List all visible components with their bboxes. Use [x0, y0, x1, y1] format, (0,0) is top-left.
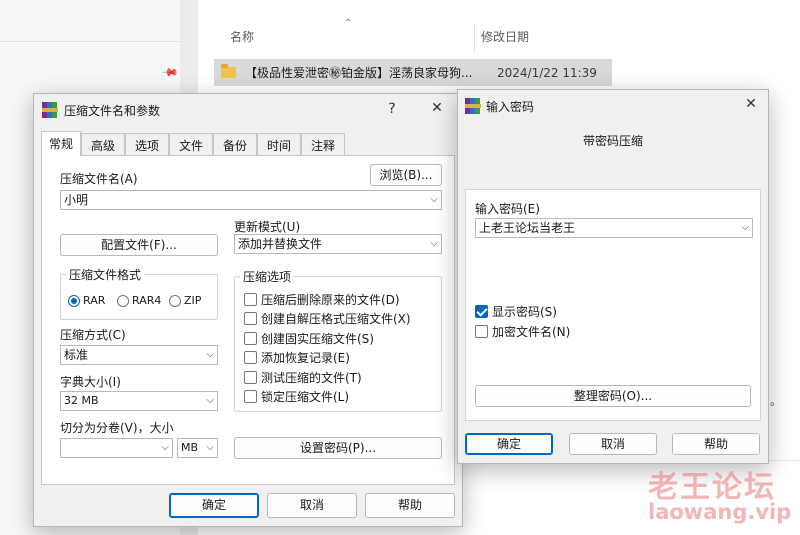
winrar-icon — [42, 102, 58, 118]
enter-password-dialog: 输入密码 ✕ 带密码压缩 输入密码(E) 上老王论坛当老王 ⌵ 显示密码(S) … — [457, 89, 769, 464]
column-separator[interactable] — [474, 24, 475, 52]
help-icon[interactable]: ? — [382, 101, 402, 117]
dictionary-label: 字典大小(I) — [60, 375, 121, 389]
winrar-icon — [465, 98, 481, 114]
chevron-down-icon[interactable]: ⌵ — [206, 346, 214, 364]
password-dialog-title: 输入密码 — [486, 100, 535, 114]
checkbox-icon — [475, 325, 488, 338]
watermark-url: laowang.vip — [648, 500, 792, 524]
archive-options-title: 压缩选项 — [240, 268, 295, 285]
checkbox-icon — [244, 332, 257, 345]
show-password-checkbox[interactable]: 显示密码(S) — [475, 303, 557, 320]
method-value: 标准 — [64, 348, 89, 362]
tab-backup[interactable]: 备份 — [213, 133, 257, 155]
tab-options[interactable]: 选项 — [125, 133, 169, 155]
tab-time[interactable]: 时间 — [257, 133, 301, 155]
checkbox-checked-icon — [475, 305, 488, 318]
format-zip-radio[interactable]: ZIP — [169, 294, 201, 307]
update-mode-select[interactable]: 添加并替换文件 ⌵ — [234, 234, 442, 254]
format-rar-radio[interactable]: RAR — [68, 294, 105, 307]
method-select[interactable]: 标准 ⌵ — [60, 345, 218, 365]
encrypt-filenames-checkbox[interactable]: 加密文件名(N) — [475, 323, 570, 340]
option-sfx[interactable]: 创建自解压格式压缩文件(X) — [244, 310, 411, 327]
password-panel: 输入密码(E) 上老王论坛当老王 ⌵ 显示密码(S) 加密文件名(N) 整理密码… — [465, 189, 761, 421]
partial-text: 。 — [770, 394, 783, 408]
format-rar4-radio[interactable]: RAR4 — [117, 294, 161, 307]
option-solid[interactable]: 创建固实压缩文件(S) — [244, 330, 374, 347]
option-lock-archive[interactable]: 锁定压缩文件(L) — [244, 388, 349, 405]
radio-icon — [169, 294, 181, 307]
password-input[interactable]: 上老王论坛当老王 ⌵ — [475, 218, 753, 238]
chevron-down-icon[interactable]: ⌵ — [430, 191, 438, 209]
archive-name-value: 小明 — [64, 193, 89, 207]
dictionary-value: 32 MB — [64, 394, 99, 407]
checkbox-icon — [244, 390, 257, 403]
chevron-down-icon[interactable]: ⌵ — [206, 392, 214, 410]
close-icon[interactable]: ✕ — [741, 96, 761, 112]
archive-options-group: 压缩选项 压缩后删除原来的文件(D) 创建自解压格式压缩文件(X) 创建固实压缩… — [234, 268, 442, 412]
split-volume-size-combo[interactable]: ⌵ — [60, 438, 173, 458]
method-label: 压缩方式(C) — [60, 328, 126, 342]
column-header-name[interactable]: 名称 — [230, 28, 254, 52]
password-ok-button[interactable]: 确定 — [465, 433, 553, 455]
file-name: 【极品性爱泄密㊙铂金版】淫荡良家母狗... — [245, 66, 473, 80]
file-date: 2024/1/22 11:39 — [497, 65, 597, 80]
checkbox-icon — [244, 293, 257, 306]
checkbox-icon — [244, 351, 257, 364]
profiles-button[interactable]: 配置文件(F)... — [60, 234, 218, 256]
archive-dialog-titlebar[interactable]: 压缩文件名和参数 ? ✕ — [34, 94, 462, 126]
tab-files[interactable]: 文件 — [169, 133, 213, 155]
update-mode-value: 添加并替换文件 — [238, 237, 323, 251]
password-value: 上老王论坛当老王 — [479, 221, 576, 235]
close-icon[interactable]: ✕ — [427, 100, 447, 116]
split-unit-select[interactable]: MB ⌵ — [177, 438, 218, 458]
help-button[interactable]: 帮助 — [365, 493, 455, 518]
option-delete-after[interactable]: 压缩后删除原来的文件(D) — [244, 291, 400, 308]
organize-passwords-button[interactable]: 整理密码(O)... — [475, 385, 751, 407]
archive-dialog-title: 压缩文件名和参数 — [64, 104, 161, 118]
cancel-button[interactable]: 取消 — [267, 493, 357, 518]
split-unit-value: MB — [181, 441, 199, 454]
ok-button[interactable]: 确定 — [169, 493, 259, 518]
password-cancel-button[interactable]: 取消 — [569, 433, 657, 455]
archive-format-group: 压缩文件格式 RAR RAR4 ZIP — [60, 266, 218, 320]
chevron-down-icon[interactable]: ⌵ — [741, 219, 749, 237]
radio-icon — [117, 294, 129, 307]
set-password-button[interactable]: 设置密码(P)... — [234, 437, 442, 459]
archive-parameters-dialog: 压缩文件名和参数 ? ✕ 常规 高级 选项 文件 备份 时间 注释 压缩文件名(… — [33, 93, 463, 527]
password-dialog-titlebar[interactable]: 输入密码 ✕ — [458, 90, 768, 122]
password-help-button[interactable]: 帮助 — [672, 433, 760, 455]
chevron-down-icon[interactable]: ⌵ — [206, 439, 214, 457]
tab-comment[interactable]: 注释 — [301, 133, 345, 155]
chevron-down-icon[interactable]: ⌵ — [430, 235, 438, 253]
checkbox-icon — [244, 312, 257, 325]
archive-format-title: 压缩文件格式 — [66, 266, 145, 283]
tab-advanced[interactable]: 高级 — [81, 133, 125, 155]
password-dialog-heading: 带密码压缩 — [582, 134, 643, 148]
chevron-down-icon[interactable]: ⌵ — [161, 439, 169, 457]
column-header-date[interactable]: 修改日期 — [481, 28, 529, 52]
tab-general[interactable]: 常规 — [41, 131, 81, 156]
dictionary-select[interactable]: 32 MB ⌵ — [60, 391, 218, 411]
radio-selected-icon — [68, 294, 80, 307]
archive-name-combo[interactable]: 小明 ⌵ — [60, 190, 442, 210]
update-mode-label: 更新模式(U) — [234, 220, 301, 234]
general-tab-panel: 压缩文件名(A) 浏览(B)... 小明 ⌵ 更新模式(U) 添加并替换文件 ⌵… — [41, 155, 455, 485]
enter-password-label: 输入密码(E) — [475, 202, 540, 216]
archive-name-label: 压缩文件名(A) — [60, 172, 138, 186]
option-recovery-record[interactable]: 添加恢复记录(E) — [244, 349, 350, 366]
option-test-files[interactable]: 测试压缩的文件(T) — [244, 369, 362, 386]
folder-icon — [221, 64, 236, 78]
split-volume-label: 切分为分卷(V)，大小 — [60, 421, 174, 435]
sort-ascending-icon: ⌃ — [344, 18, 353, 29]
browse-button[interactable]: 浏览(B)... — [370, 164, 442, 186]
file-row-selected[interactable]: 【极品性爱泄密㊙铂金版】淫荡良家母狗... 2024/1/22 11:39 — [214, 59, 612, 86]
checkbox-icon — [244, 371, 257, 384]
